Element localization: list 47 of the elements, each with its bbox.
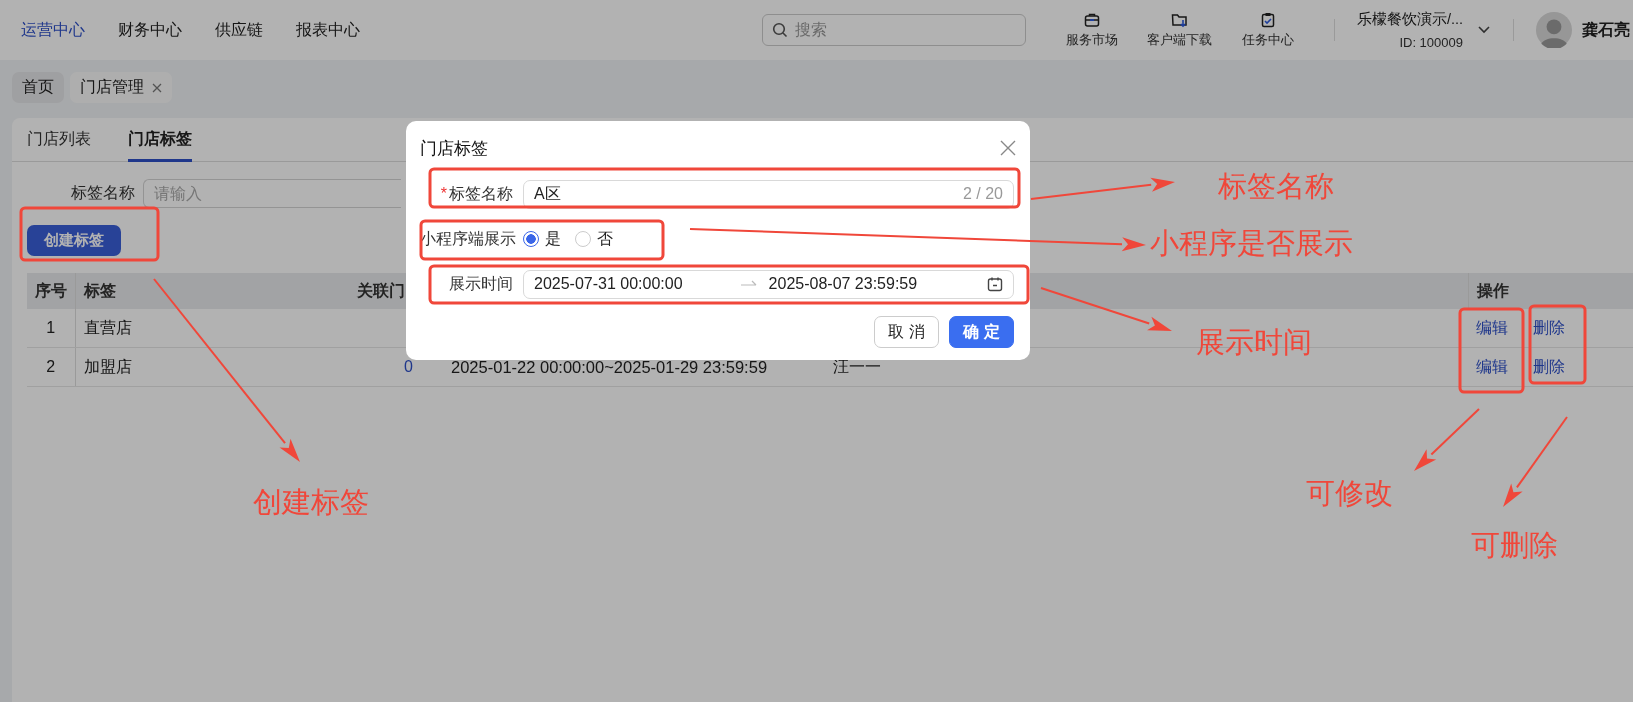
page-tab[interactable]: 门店管理 bbox=[70, 72, 172, 103]
input-field[interactable]: 请输入 bbox=[143, 179, 401, 208]
column-header: 关联门 bbox=[357, 281, 405, 299]
account-id: ID: 100009 bbox=[1399, 35, 1463, 50]
toolbar-tool[interactable]: 任务中心 bbox=[1223, 11, 1312, 49]
column-header: 操作 bbox=[1476, 281, 1509, 299]
table-cell: 1 bbox=[46, 319, 56, 336]
field-label: *标签名称 bbox=[440, 184, 513, 202]
annotation-label: 展示时间 bbox=[1196, 328, 1312, 357]
annotation-label: 可删除 bbox=[1471, 531, 1558, 560]
column-header: 序号 bbox=[34, 281, 67, 299]
annotation-label: 标签名称 bbox=[1218, 172, 1334, 201]
confirm-button[interactable]: 确 定 bbox=[949, 316, 1014, 348]
delete-link[interactable]: 删除 bbox=[1533, 318, 1565, 336]
edit-link[interactable]: 编辑 bbox=[1476, 357, 1508, 375]
table-cell: 汪一一 bbox=[833, 357, 881, 375]
column-header: 标签 bbox=[83, 281, 116, 299]
dialog-title: 门店标签 bbox=[420, 138, 488, 160]
link[interactable]: 0 bbox=[404, 358, 413, 375]
radio-option[interactable]: 是 bbox=[523, 228, 561, 250]
nav-menu-item[interactable]: 财务中心 bbox=[118, 19, 182, 41]
nav-menu-item[interactable]: 供应链 bbox=[215, 19, 263, 41]
delete-link[interactable]: 删除 bbox=[1533, 357, 1565, 375]
annotation-label: 可修改 bbox=[1306, 479, 1393, 508]
table-cell: 2025-01-22 00:00:00~2025-01-29 23:59:59 bbox=[451, 357, 768, 376]
annotation-label: 小程序是否展示 bbox=[1150, 229, 1353, 258]
annotation-label: 创建标签 bbox=[253, 488, 369, 517]
content-tab[interactable]: 门店列表 bbox=[27, 129, 91, 162]
cancel-button[interactable]: 取 消 bbox=[874, 316, 939, 348]
field-label: 标签名称 bbox=[71, 183, 135, 203]
user-name[interactable]: 龚石亮 bbox=[1582, 19, 1630, 41]
edit-link[interactable]: 编辑 bbox=[1476, 318, 1508, 336]
content-tab[interactable]: 门店标签 bbox=[128, 129, 192, 162]
table-cell: 直营店 bbox=[83, 318, 132, 336]
field-label: 展示时间 bbox=[449, 274, 513, 292]
search-field[interactable]: 搜索 bbox=[761, 14, 1026, 46]
account-name[interactable]: 乐檬餐饮演示/... bbox=[1356, 10, 1463, 29]
toolbar-tool[interactable]: 服务市场 bbox=[1047, 11, 1136, 49]
nav-menu-item[interactable]: 运营中心 bbox=[21, 19, 85, 41]
table-cell: 加盟店 bbox=[83, 357, 132, 375]
page-tab[interactable]: 首页 bbox=[12, 72, 64, 103]
radio-option[interactable]: 否 bbox=[575, 228, 613, 250]
create-button[interactable]: 创建标签 bbox=[27, 225, 121, 256]
table-cell: 2 bbox=[46, 358, 56, 375]
date-range-field[interactable]: 2025-07-31 00:00:00 2025-08-07 23:59:59 bbox=[523, 269, 1014, 299]
toolbar-tool[interactable]: 客户端下载 bbox=[1135, 11, 1224, 49]
nav-menu-item[interactable]: 报表中心 bbox=[296, 19, 360, 41]
